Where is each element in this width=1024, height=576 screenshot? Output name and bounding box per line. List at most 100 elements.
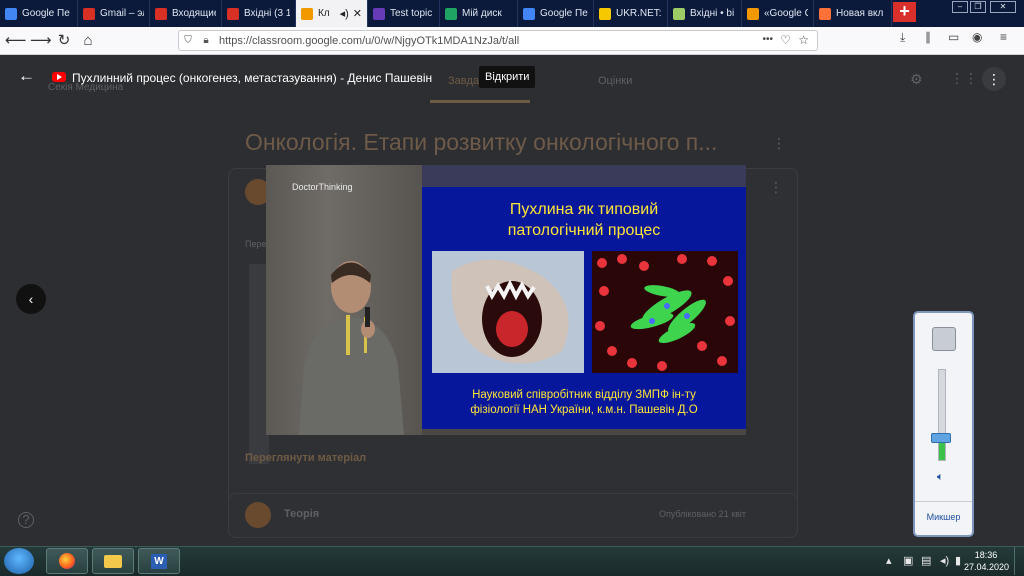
restore-icon[interactable]: ❐ <box>970 1 986 13</box>
system-clock[interactable]: 18:36 27.04.2020 <box>964 549 1010 573</box>
navigation-bar: ⟵ ⟶ ↻ ⌂ ⛉ 🔒︎ https://classroom.google.co… <box>0 27 1024 55</box>
lecturer-figure <box>299 261 404 435</box>
slide-caption: Науковий співробітник відділу ЗМПФ ін-ту… <box>422 388 746 418</box>
taskbar-firefox[interactable] <box>46 548 88 574</box>
video-title: Пухлинний процес (онкогенез, метастазува… <box>72 71 433 85</box>
menu-icon[interactable]: ≡ <box>1000 30 1007 44</box>
page-actions-icon[interactable]: ••• <box>762 34 773 45</box>
tab-title: Мій диск <box>462 8 502 19</box>
account-icon[interactable]: ◉ <box>972 30 982 44</box>
network-icon[interactable]: ▤ <box>921 554 931 567</box>
tab-indicator <box>430 100 530 103</box>
close-viewer-icon[interactable]: ← <box>18 66 35 86</box>
browser-tab[interactable]: Новая вкл <box>814 0 892 27</box>
mixer-link[interactable]: Микшер <box>915 512 972 522</box>
video-player[interactable]: DoctorThinking Пухлина як типовий патоло… <box>266 165 746 435</box>
previous-item-button[interactable]: ‹ <box>16 284 46 314</box>
volume-track[interactable] <box>938 369 946 461</box>
speaker-device-icon[interactable] <box>932 327 956 351</box>
tray-expand-icon[interactable]: ▴ <box>886 554 892 567</box>
shield-icon[interactable]: ⛉ <box>179 35 197 46</box>
browser-tab[interactable]: UKR.NET: <box>594 0 668 27</box>
tab-favicon-icon <box>819 7 831 20</box>
bookmark-star-icon[interactable]: ☆ <box>798 33 809 47</box>
taskbar-word[interactable]: W <box>138 548 180 574</box>
tab-audio-icon[interactable]: ◂) <box>340 7 349 20</box>
folder-icon <box>104 555 122 568</box>
help-icon[interactable]: ? <box>18 512 34 528</box>
clock-time: 18:36 <box>974 550 998 560</box>
action-center-icon[interactable]: ▮ <box>955 554 961 567</box>
mixer-divider <box>915 501 972 502</box>
slide-heading-line-1: Пухлина як типовий <box>509 201 659 218</box>
browser-tab[interactable]: Входящие <box>150 0 222 27</box>
word-icon: W <box>151 554 167 569</box>
pocket-icon[interactable]: ♡ <box>780 33 791 47</box>
tab-close-icon[interactable]: ✕ <box>353 7 362 20</box>
library-icon[interactable]: ∥ <box>925 30 931 44</box>
taskbar-explorer[interactable] <box>92 548 134 574</box>
browser-tab[interactable]: Test topic <box>368 0 440 27</box>
youtube-icon <box>52 72 66 82</box>
volume-tray-icon[interactable]: ◂) <box>940 554 949 567</box>
lock-icon[interactable]: 🔒︎ <box>197 35 215 46</box>
browser-tab[interactable]: Вхідні (3 1 <box>222 0 296 27</box>
tab-favicon-icon <box>599 7 611 20</box>
volume-slider-thumb[interactable] <box>931 432 951 443</box>
view-material-link[interactable]: Переглянути матеріал <box>245 452 366 464</box>
tab-title: Google Пе <box>22 8 70 19</box>
back-icon[interactable]: ⟵ <box>5 31 27 51</box>
tab-title: Google Пе <box>540 8 588 19</box>
theory-label: Теорія <box>284 508 320 520</box>
course-more-icon[interactable]: ⋮ <box>772 135 786 152</box>
clock-date: 27.04.2020 <box>964 562 1010 572</box>
browser-tab[interactable]: Мій диск <box>440 0 518 27</box>
volume-mixer-popup: 🔈︎ Микшер <box>913 311 974 537</box>
sidebar-icon[interactable]: ▭ <box>948 30 959 44</box>
url-bar[interactable]: ⛉ 🔒︎ https://classroom.google.com/u/0/w/… <box>178 30 818 51</box>
windows-taskbar: W ▴ ▣ ▤ ◂) ▮ 18:36 27.04.2020 <box>0 546 1024 576</box>
open-button[interactable]: Відкрити <box>479 66 536 88</box>
tab-favicon-icon <box>445 7 457 20</box>
tab-favicon-icon <box>83 7 95 20</box>
minimize-icon[interactable]: – <box>952 1 968 13</box>
browser-tab-strip: Google Пе Gmail – эл Входящие Вхідні (3 1 Кл… <box>0 0 1024 27</box>
firefox-icon <box>59 553 75 569</box>
browser-tab[interactable]: Google Пе <box>518 0 594 27</box>
tab-title: Вхідні • bi <box>690 8 735 19</box>
presentation-slide: Пухлина як типовий патологічний процес Н… <box>422 187 746 429</box>
reload-icon[interactable]: ↻ <box>54 31 74 51</box>
close-window-icon[interactable]: ✕ <box>990 1 1016 13</box>
scream-illustration <box>432 251 584 373</box>
start-button[interactable] <box>4 548 34 574</box>
browser-tab[interactable]: Gmail – эл <box>78 0 150 27</box>
topic-icon <box>245 502 271 528</box>
browser-tab[interactable]: «Google С <box>742 0 814 27</box>
tray-app-icon[interactable]: ▣ <box>903 554 913 567</box>
theory-row[interactable]: Теорія Опубліковано 21 квіт <box>228 493 798 538</box>
browser-tab[interactable]: Google Пе <box>0 0 78 27</box>
speaker-icon[interactable]: 🔈︎ <box>937 471 944 484</box>
tab-favicon-icon <box>227 7 239 20</box>
home-icon[interactable]: ⌂ <box>78 31 98 51</box>
download-icon[interactable]: ⤓ <box>900 30 905 45</box>
show-desktop-button[interactable] <box>1014 547 1024 575</box>
slide-heading-line-2: патологічний процес <box>507 222 661 239</box>
url-text[interactable]: https://classroom.google.com/u/0/w/NjgyO… <box>219 35 519 47</box>
forward-icon[interactable]: ⟶ <box>30 31 52 51</box>
tab-title: Вхідні (3 1 <box>244 8 290 19</box>
tab-title: UKR.NET: <box>616 8 662 19</box>
tab-favicon-icon <box>673 7 685 20</box>
card-more-icon[interactable]: ⋮ <box>769 179 783 196</box>
browser-tab[interactable]: Вхідні • bi <box>668 0 742 27</box>
tab-title: Test topic <box>390 8 433 19</box>
browser-tab[interactable]: Кл ◂) ✕ <box>296 0 368 27</box>
course-title: Онкологія. Етапи розвитку онкологічного … <box>245 129 718 155</box>
slide-top-strip <box>422 165 746 187</box>
new-tab-button[interactable]: + <box>893 2 916 22</box>
tab-favicon-icon <box>301 7 313 20</box>
tab-favicon-icon <box>523 7 535 20</box>
watermark: DoctorThinking <box>292 182 353 192</box>
tab-favicon-icon <box>155 7 167 20</box>
tab-favicon-icon <box>373 7 385 20</box>
